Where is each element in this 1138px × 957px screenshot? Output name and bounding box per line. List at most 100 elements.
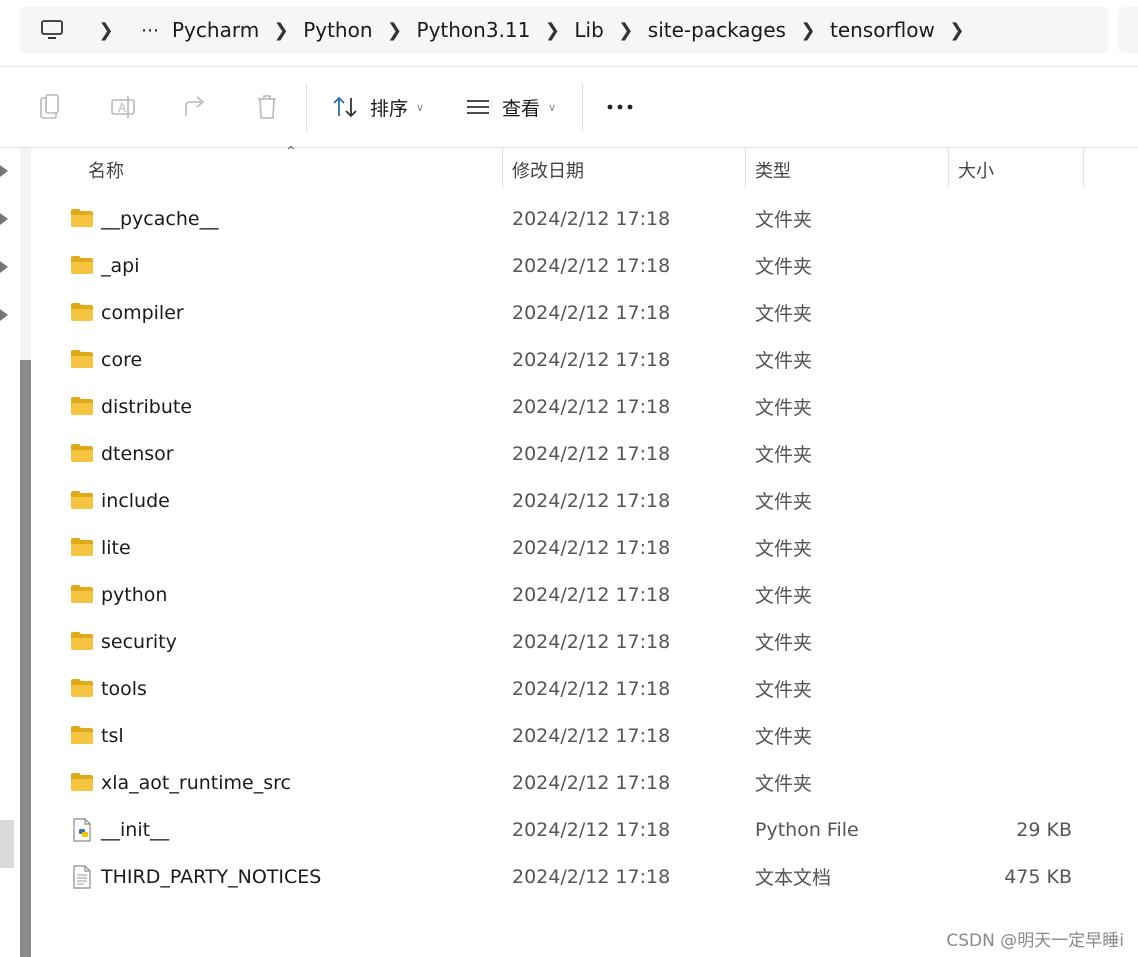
file-date: 2024/2/12 17:18 bbox=[512, 348, 671, 371]
expand-arrow-icon[interactable] bbox=[0, 213, 8, 225]
breadcrumb-item[interactable]: Lib bbox=[574, 18, 603, 42]
file-type: 文件夹 bbox=[755, 303, 813, 325]
view-button[interactable]: 查看 ∨ bbox=[466, 89, 556, 125]
this-pc-icon[interactable] bbox=[20, 19, 84, 41]
column-name[interactable]: 名称 bbox=[88, 148, 124, 192]
file-name: lite bbox=[101, 536, 131, 559]
folder-icon bbox=[70, 254, 94, 276]
paste-button[interactable] bbox=[38, 89, 64, 125]
file-name: dtensor bbox=[101, 442, 174, 465]
chevron-right-icon[interactable]: ❯ bbox=[604, 20, 648, 41]
file-type: 文件夹 bbox=[755, 491, 813, 513]
file-size bbox=[948, 524, 1072, 571]
file-size: 475 KB bbox=[1004, 865, 1072, 888]
more-breadcrumb-button[interactable]: ⋯ bbox=[128, 20, 172, 41]
file-row[interactable]: tsl 2024/2/12 17:18 文件夹 bbox=[38, 712, 1118, 759]
file-row[interactable]: compiler 2024/2/12 17:18 文件夹 bbox=[38, 289, 1118, 336]
file-type: 文件夹 bbox=[755, 444, 813, 466]
file-row[interactable]: lite 2024/2/12 17:18 文件夹 bbox=[38, 524, 1118, 571]
folder-icon bbox=[70, 442, 94, 464]
column-divider[interactable] bbox=[745, 148, 746, 188]
search-box-edge[interactable] bbox=[1118, 7, 1138, 53]
column-date[interactable]: 修改日期 bbox=[512, 148, 584, 192]
selected-nav-indicator bbox=[0, 820, 14, 868]
file-type: 文件夹 bbox=[755, 350, 813, 372]
chevron-right-icon[interactable]: ❯ bbox=[786, 20, 830, 41]
scrollbar-thumb[interactable] bbox=[20, 360, 31, 957]
chevron-right-icon[interactable]: ❯ bbox=[530, 20, 574, 41]
file-row[interactable]: python 2024/2/12 17:18 文件夹 bbox=[38, 571, 1118, 618]
file-size bbox=[948, 430, 1072, 477]
column-divider[interactable] bbox=[1083, 148, 1084, 188]
file-type: 文件夹 bbox=[755, 209, 813, 231]
file-size bbox=[948, 618, 1072, 665]
svg-text:A: A bbox=[118, 101, 127, 115]
breadcrumb-item[interactable]: Pycharm bbox=[172, 18, 259, 42]
chevron-right-icon[interactable]: ❯ bbox=[373, 20, 417, 41]
file-type: 文件夹 bbox=[755, 585, 813, 607]
toolbar-divider bbox=[582, 83, 583, 131]
file-type: 文件夹 bbox=[755, 632, 813, 654]
expand-arrow-icon[interactable] bbox=[0, 261, 8, 273]
file-name: distribute bbox=[101, 395, 193, 418]
expand-arrow-icon[interactable] bbox=[0, 309, 8, 321]
file-type: 文件夹 bbox=[755, 397, 813, 419]
chevron-right-icon[interactable]: ❯ bbox=[84, 20, 128, 41]
folder-icon bbox=[70, 395, 94, 417]
file-date: 2024/2/12 17:18 bbox=[512, 536, 671, 559]
file-row[interactable]: security 2024/2/12 17:18 文件夹 bbox=[38, 618, 1118, 665]
sort-button[interactable]: 排序 ∨ bbox=[332, 89, 424, 125]
more-options-button[interactable] bbox=[607, 89, 633, 125]
folder-icon bbox=[70, 207, 94, 229]
file-row[interactable]: tools 2024/2/12 17:18 文件夹 bbox=[38, 665, 1118, 712]
file-row[interactable]: __pycache__ 2024/2/12 17:18 文件夹 bbox=[38, 195, 1118, 242]
breadcrumb-item[interactable]: Python bbox=[303, 18, 372, 42]
column-type[interactable]: 类型 bbox=[755, 148, 791, 192]
sort-label: 排序 bbox=[370, 97, 409, 120]
file-type: 文件夹 bbox=[755, 726, 813, 748]
file-type: 文件夹 bbox=[755, 256, 813, 278]
breadcrumb[interactable]: ❯ ⋯ Pycharm ❯ Python ❯ Python3.11 ❯ Lib … bbox=[20, 7, 1108, 53]
folder-icon bbox=[70, 583, 94, 605]
file-row[interactable]: include 2024/2/12 17:18 文件夹 bbox=[38, 477, 1118, 524]
watermark: CSDN @明天一定早睡i bbox=[946, 931, 1124, 951]
file-name: tools bbox=[101, 677, 147, 700]
folder-icon bbox=[70, 771, 94, 793]
file-row[interactable]: core 2024/2/12 17:18 文件夹 bbox=[38, 336, 1118, 383]
file-name: __init__ bbox=[101, 818, 170, 841]
expand-arrow-icon[interactable] bbox=[0, 165, 8, 177]
chevron-right-icon[interactable]: ❯ bbox=[259, 20, 303, 41]
file-row[interactable]: xla_aot_runtime_src 2024/2/12 17:18 文件夹 bbox=[38, 759, 1118, 806]
file-type: Python File bbox=[755, 818, 859, 841]
file-size bbox=[948, 712, 1072, 759]
chevron-right-icon[interactable]: ❯ bbox=[935, 20, 979, 41]
file-type: 文件夹 bbox=[755, 773, 813, 795]
delete-button[interactable] bbox=[255, 89, 279, 125]
file-date: 2024/2/12 17:18 bbox=[512, 489, 671, 512]
breadcrumb-item-current[interactable]: tensorflow bbox=[830, 18, 935, 42]
file-date: 2024/2/12 17:18 bbox=[512, 395, 671, 418]
file-row[interactable]: _api 2024/2/12 17:18 文件夹 bbox=[38, 242, 1118, 289]
file-name: compiler bbox=[101, 301, 184, 324]
rename-button[interactable]: A bbox=[110, 89, 138, 125]
file-date: 2024/2/12 17:18 bbox=[512, 583, 671, 606]
file-size: 29 KB bbox=[1016, 818, 1072, 841]
address-bar-area: ❯ ⋯ Pycharm ❯ Python ❯ Python3.11 ❯ Lib … bbox=[0, 0, 1138, 67]
breadcrumb-item[interactable]: site-packages bbox=[648, 18, 786, 42]
file-row[interactable]: distribute 2024/2/12 17:18 文件夹 bbox=[38, 383, 1118, 430]
chevron-down-icon: ∨ bbox=[416, 100, 425, 114]
column-size[interactable]: 大小 bbox=[958, 148, 994, 192]
chevron-down-icon: ∨ bbox=[548, 100, 557, 114]
file-row[interactable]: __init__ 2024/2/12 17:18 Python File 29 KB bbox=[38, 806, 1118, 853]
column-divider[interactable] bbox=[502, 148, 503, 188]
share-button[interactable] bbox=[183, 89, 209, 125]
file-row[interactable]: THIRD_PARTY_NOTICES 2024/2/12 17:18 文本文档 47… bbox=[38, 853, 1118, 900]
file-date: 2024/2/12 17:18 bbox=[512, 865, 671, 888]
file-size bbox=[948, 195, 1072, 242]
column-divider[interactable] bbox=[948, 148, 949, 188]
folder-icon bbox=[70, 348, 94, 370]
file-name: xla_aot_runtime_src bbox=[101, 771, 291, 794]
file-row[interactable]: dtensor 2024/2/12 17:18 文件夹 bbox=[38, 430, 1118, 477]
text-file-icon bbox=[70, 865, 94, 889]
breadcrumb-item[interactable]: Python3.11 bbox=[417, 18, 531, 42]
